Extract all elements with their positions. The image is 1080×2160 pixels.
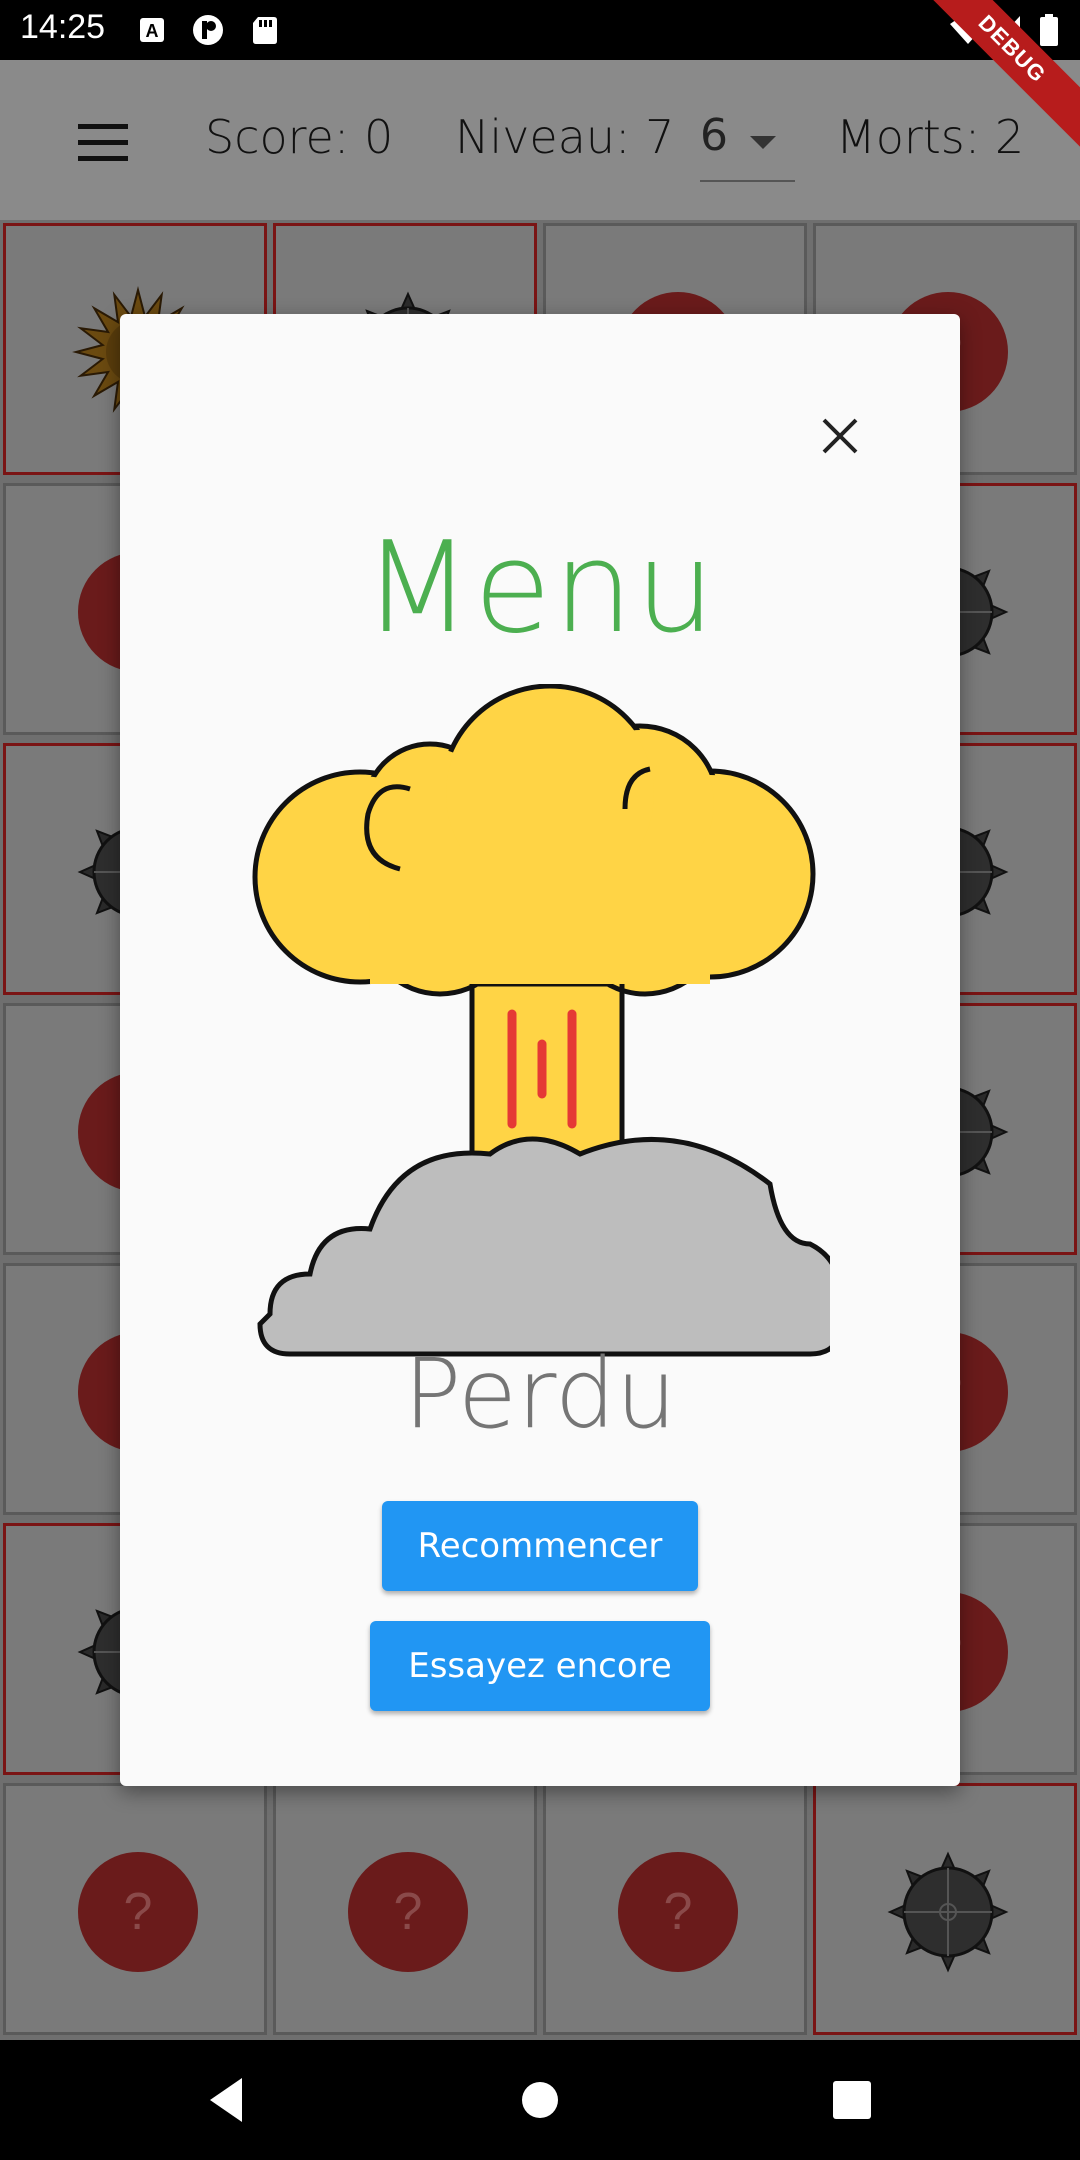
a-notification-icon: A xyxy=(140,18,164,42)
back-icon[interactable] xyxy=(196,2070,256,2130)
level-select-value: 6 xyxy=(700,110,728,161)
navigation-bar xyxy=(0,2040,1080,2160)
grid-cell[interactable]: ? xyxy=(273,1783,537,2035)
status-bar: 14:25 A DEBUG xyxy=(0,0,1080,156)
status-time: 14:25 xyxy=(20,8,106,46)
recents-icon[interactable] xyxy=(822,2070,882,2130)
mushroom-cloud-icon xyxy=(252,684,830,1357)
mine-icon xyxy=(887,1851,1009,1973)
battery-icon xyxy=(1040,14,1058,46)
hidden-cell-marker: ? xyxy=(618,1852,738,1972)
p-notification-icon xyxy=(193,15,223,45)
sd-card-icon xyxy=(253,17,277,44)
close-icon[interactable] xyxy=(816,412,864,460)
grid-cell[interactable]: ? xyxy=(3,1783,267,2035)
chevron-down-icon xyxy=(750,136,776,149)
level-label: Niveau: 7 xyxy=(455,110,675,164)
app-bar: Score: 0 Niveau: 7 6 Morts: 2 xyxy=(0,60,1080,220)
score-label: Score: 0 xyxy=(205,110,394,164)
retry-button[interactable]: Essayez encore xyxy=(370,1621,710,1711)
svg-text:A: A xyxy=(146,21,159,41)
level-select-dropdown[interactable]: 6 xyxy=(700,110,795,182)
hidden-cell-marker: ? xyxy=(348,1852,468,1972)
hidden-cell-marker: ? xyxy=(78,1852,198,1972)
dialog-title: Menu xyxy=(363,514,717,661)
restart-button[interactable]: Recommencer xyxy=(382,1501,698,1591)
deaths-label: Morts: 2 xyxy=(836,110,1025,164)
game-status-label: Perdu xyxy=(403,1338,677,1450)
game-over-dialog: Menu Perdu Recommencer Essayez encore xyxy=(120,314,960,1786)
grid-cell[interactable] xyxy=(813,1783,1077,2035)
menu-icon[interactable] xyxy=(78,124,128,161)
home-icon[interactable] xyxy=(510,2070,570,2130)
grid-cell[interactable]: ? xyxy=(543,1783,807,2035)
